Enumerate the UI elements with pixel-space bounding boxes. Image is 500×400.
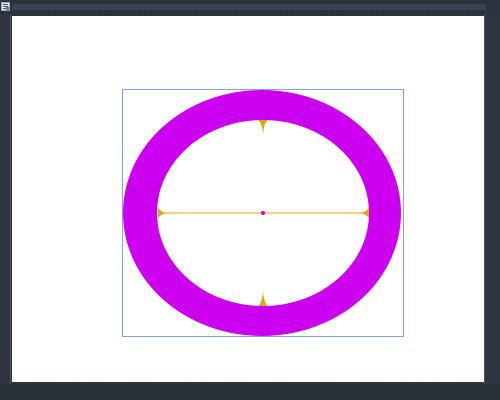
app-menu-icon[interactable] [1, 2, 10, 11]
bottom-radius-handle[interactable] [258, 288, 268, 306]
title-bar [0, 0, 500, 14]
editor-window [0, 0, 500, 400]
right-radius-handle[interactable] [358, 208, 369, 218]
bottom-bar [0, 384, 500, 400]
left-panel-border [0, 14, 12, 386]
top-radius-handle[interactable] [258, 120, 268, 137]
left-radius-handle[interactable] [158, 208, 169, 218]
drawing-canvas[interactable] [12, 16, 484, 382]
title-strip [12, 4, 486, 10]
right-panel-border [484, 14, 500, 386]
center-point[interactable] [261, 211, 265, 215]
canvas-svg [122, 89, 404, 337]
